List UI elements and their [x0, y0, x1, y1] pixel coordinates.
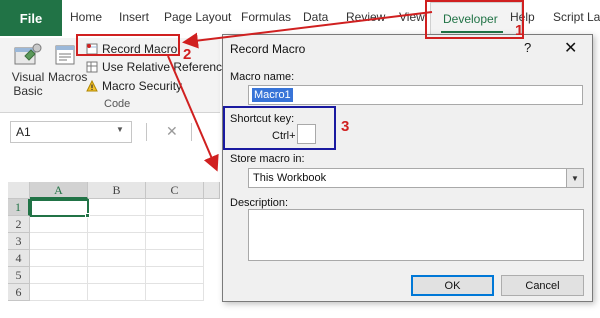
formula-divider	[191, 123, 192, 141]
tab-formulas[interactable]: Formulas	[241, 10, 291, 24]
code-group-label: Code	[104, 98, 131, 110]
visual-basic-label-2: Basic	[13, 84, 43, 98]
cell[interactable]	[88, 233, 146, 250]
description-input[interactable]	[248, 209, 584, 261]
formula-divider	[146, 123, 147, 141]
macro-security-button[interactable]: Macro Security	[86, 77, 182, 95]
cell[interactable]	[88, 267, 146, 284]
name-box[interactable]: A1	[10, 121, 132, 143]
fill-handle[interactable]	[85, 213, 90, 218]
annotation-box-record-macro	[76, 34, 180, 56]
tab-review[interactable]: Review	[346, 10, 385, 24]
cell[interactable]	[30, 233, 88, 250]
chevron-down-icon[interactable]: ▼	[116, 125, 124, 134]
annotation-step-3: 3	[341, 118, 350, 135]
cell[interactable]	[30, 250, 88, 267]
cell[interactable]	[146, 267, 204, 284]
row-header-4[interactable]: 4	[8, 250, 30, 267]
cancel-button[interactable]: Cancel	[501, 275, 584, 296]
annotation-step-1: 1	[515, 22, 524, 39]
worksheet-grid: A B C 1 2 3 4 5 6	[0, 182, 220, 318]
relative-references-icon	[86, 61, 98, 73]
use-relative-references-button[interactable]: Use Relative References	[86, 58, 235, 76]
cell[interactable]	[146, 216, 204, 233]
name-box-value: A1	[16, 125, 31, 139]
annotation-box-developer	[425, 0, 524, 39]
tab-home[interactable]: Home	[70, 10, 102, 24]
macro-security-label: Macro Security	[102, 79, 183, 93]
active-cell-a1[interactable]	[30, 199, 89, 217]
visual-basic-button[interactable]: Visual Basic	[8, 40, 48, 98]
cell[interactable]	[146, 250, 204, 267]
cell[interactable]	[88, 199, 146, 216]
tab-script-lab[interactable]: Script La	[553, 10, 600, 24]
cell[interactable]	[30, 267, 88, 284]
tab-page-layout[interactable]: Page Layout	[164, 10, 231, 24]
tab-data[interactable]: Data	[303, 10, 328, 24]
record-macro-dialog: Record Macro ? ✕ Macro name: Macro1 Shor…	[222, 34, 593, 302]
row-header-2[interactable]: 2	[8, 216, 30, 233]
cell[interactable]	[146, 233, 204, 250]
visual-basic-label-1: Visual	[11, 70, 45, 84]
column-header-b[interactable]: B	[88, 182, 146, 199]
cell[interactable]	[30, 216, 88, 233]
macros-label: Macros	[48, 70, 88, 84]
cell[interactable]	[146, 199, 204, 216]
column-header-d[interactable]	[204, 182, 220, 199]
annotation-step-2: 2	[183, 46, 192, 63]
column-header-a[interactable]: A	[30, 182, 88, 199]
macro-name-input[interactable]: Macro1	[248, 85, 583, 105]
cell[interactable]	[30, 284, 88, 301]
help-button[interactable]: ?	[524, 40, 531, 55]
row-header-3[interactable]: 3	[8, 233, 30, 250]
tab-file[interactable]: File	[0, 0, 62, 36]
cancel-entry-icon[interactable]: ✕	[166, 123, 178, 140]
visual-basic-icon	[14, 43, 42, 65]
formula-bar: A1 ▼ ✕	[0, 117, 220, 147]
cell[interactable]	[146, 284, 204, 301]
macro-name-value: Macro1	[252, 88, 293, 102]
close-button[interactable]: ✕	[564, 38, 577, 58]
select-all-corner[interactable]	[8, 182, 30, 199]
chevron-down-icon[interactable]: ▼	[566, 169, 583, 187]
dialog-title: Record Macro	[230, 42, 306, 56]
annotation-box-shortcut-key	[223, 106, 336, 150]
tab-view[interactable]: View	[399, 10, 425, 24]
store-macro-select[interactable]: This Workbook ▼	[248, 168, 584, 188]
row-header-5[interactable]: 5	[8, 267, 30, 284]
store-macro-label: Store macro in:	[230, 153, 305, 165]
cell[interactable]	[88, 250, 146, 267]
description-label: Description:	[230, 197, 289, 209]
warning-icon	[86, 80, 98, 92]
column-header-c[interactable]: C	[146, 182, 204, 199]
macro-name-label: Macro name:	[230, 71, 295, 83]
ok-button[interactable]: OK	[411, 275, 494, 296]
tab-insert[interactable]: Insert	[119, 10, 149, 24]
row-header-6[interactable]: 6	[8, 284, 30, 301]
use-relative-references-label: Use Relative References	[102, 60, 235, 74]
store-macro-value: This Workbook	[253, 172, 327, 184]
cell[interactable]	[88, 216, 146, 233]
cell[interactable]	[88, 284, 146, 301]
row-header-1[interactable]: 1	[8, 199, 30, 216]
